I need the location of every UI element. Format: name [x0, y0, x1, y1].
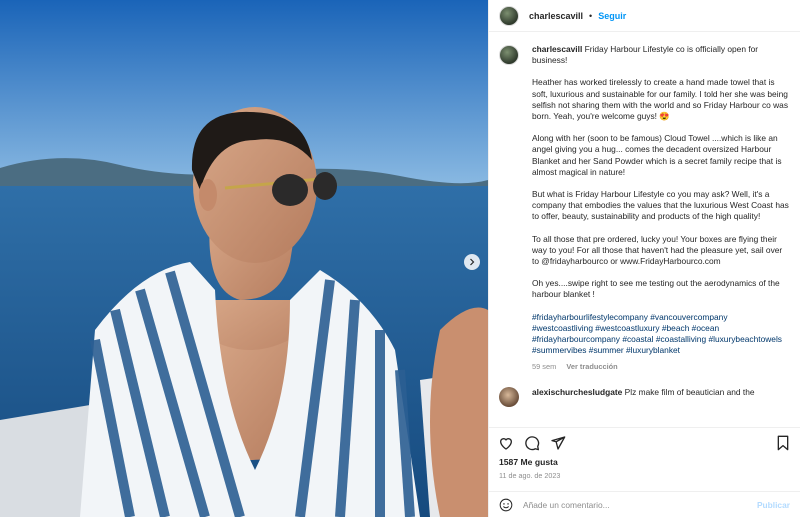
post-modal: charlescavill • Seguir charlescavill Fri… — [0, 0, 800, 517]
author-avatar[interactable] — [499, 5, 519, 26]
comment-item: alexischurchesludgate Plz make film of b… — [499, 386, 790, 407]
caption-paragraph-2: Heather has worked tirelessly to create … — [532, 77, 789, 122]
action-bar — [489, 427, 800, 457]
author-username[interactable]: charlescavill — [529, 11, 583, 21]
share-button[interactable] — [549, 434, 567, 452]
heart-icon — [499, 437, 513, 450]
caption-username[interactable]: charlescavill — [532, 44, 582, 54]
bookmark-icon — [777, 435, 789, 450]
comment-button[interactable] — [523, 434, 541, 452]
caption-paragraph-3: Along with her (soon to be famous) Cloud… — [532, 133, 782, 177]
post-photo[interactable] — [0, 0, 488, 517]
send-icon — [551, 435, 566, 450]
comment-body: alexischurchesludgate Plz make film of b… — [532, 387, 782, 398]
translate-link[interactable]: Ver traducción — [566, 362, 617, 371]
follow-button[interactable]: Seguir — [598, 11, 626, 21]
comment-composer: Publicar — [489, 491, 800, 517]
like-button[interactable] — [497, 434, 515, 452]
emoji-icon[interactable] — [499, 498, 513, 512]
caption-avatar[interactable] — [499, 45, 519, 65]
commenter-avatar[interactable] — [499, 386, 519, 407]
caption-meta: 59 sem Ver traducción — [532, 361, 790, 372]
separator-dot: • — [589, 10, 593, 21]
caption-hashtags[interactable]: #fridayharbourlifestylecompany #vancouve… — [532, 312, 790, 357]
comments-section[interactable]: charlescavill Friday Harbour Lifestyle c… — [489, 32, 800, 427]
chevron-right-icon — [470, 258, 475, 266]
publish-button[interactable]: Publicar — [757, 500, 790, 510]
save-button[interactable] — [774, 434, 792, 452]
caption-paragraph-6: Oh yes....swipe right to see me testing … — [532, 278, 780, 300]
post-side-panel: charlescavill • Seguir charlescavill Fri… — [488, 0, 800, 517]
caption-paragraph-1: charlescavill Friday Harbour Lifestyle c… — [532, 44, 790, 66]
caption-paragraph-4: But what is Friday Harbour Lifestyle co … — [532, 189, 789, 222]
like-count[interactable]: 1587 Me gusta — [489, 457, 800, 471]
comment-icon — [525, 435, 540, 450]
post-date: 11 de ago. de 2023 — [499, 471, 561, 480]
caption: charlescavill Friday Harbour Lifestyle c… — [499, 44, 790, 373]
comment-input[interactable] — [523, 499, 757, 510]
photo-illustration — [0, 0, 488, 517]
caption-paragraph-5: To all those that pre ordered, lucky you… — [532, 233, 783, 267]
post-header: charlescavill • Seguir — [489, 0, 800, 32]
comment-text: Plz make film of beautician and the — [624, 386, 755, 397]
commenter-username[interactable]: alexischurchesludgate — [532, 387, 622, 397]
caption-body: charlescavill Friday Harbour Lifestyle c… — [532, 44, 790, 373]
next-slide-button[interactable] — [464, 254, 480, 270]
caption-age: 59 sem — [532, 362, 557, 372]
